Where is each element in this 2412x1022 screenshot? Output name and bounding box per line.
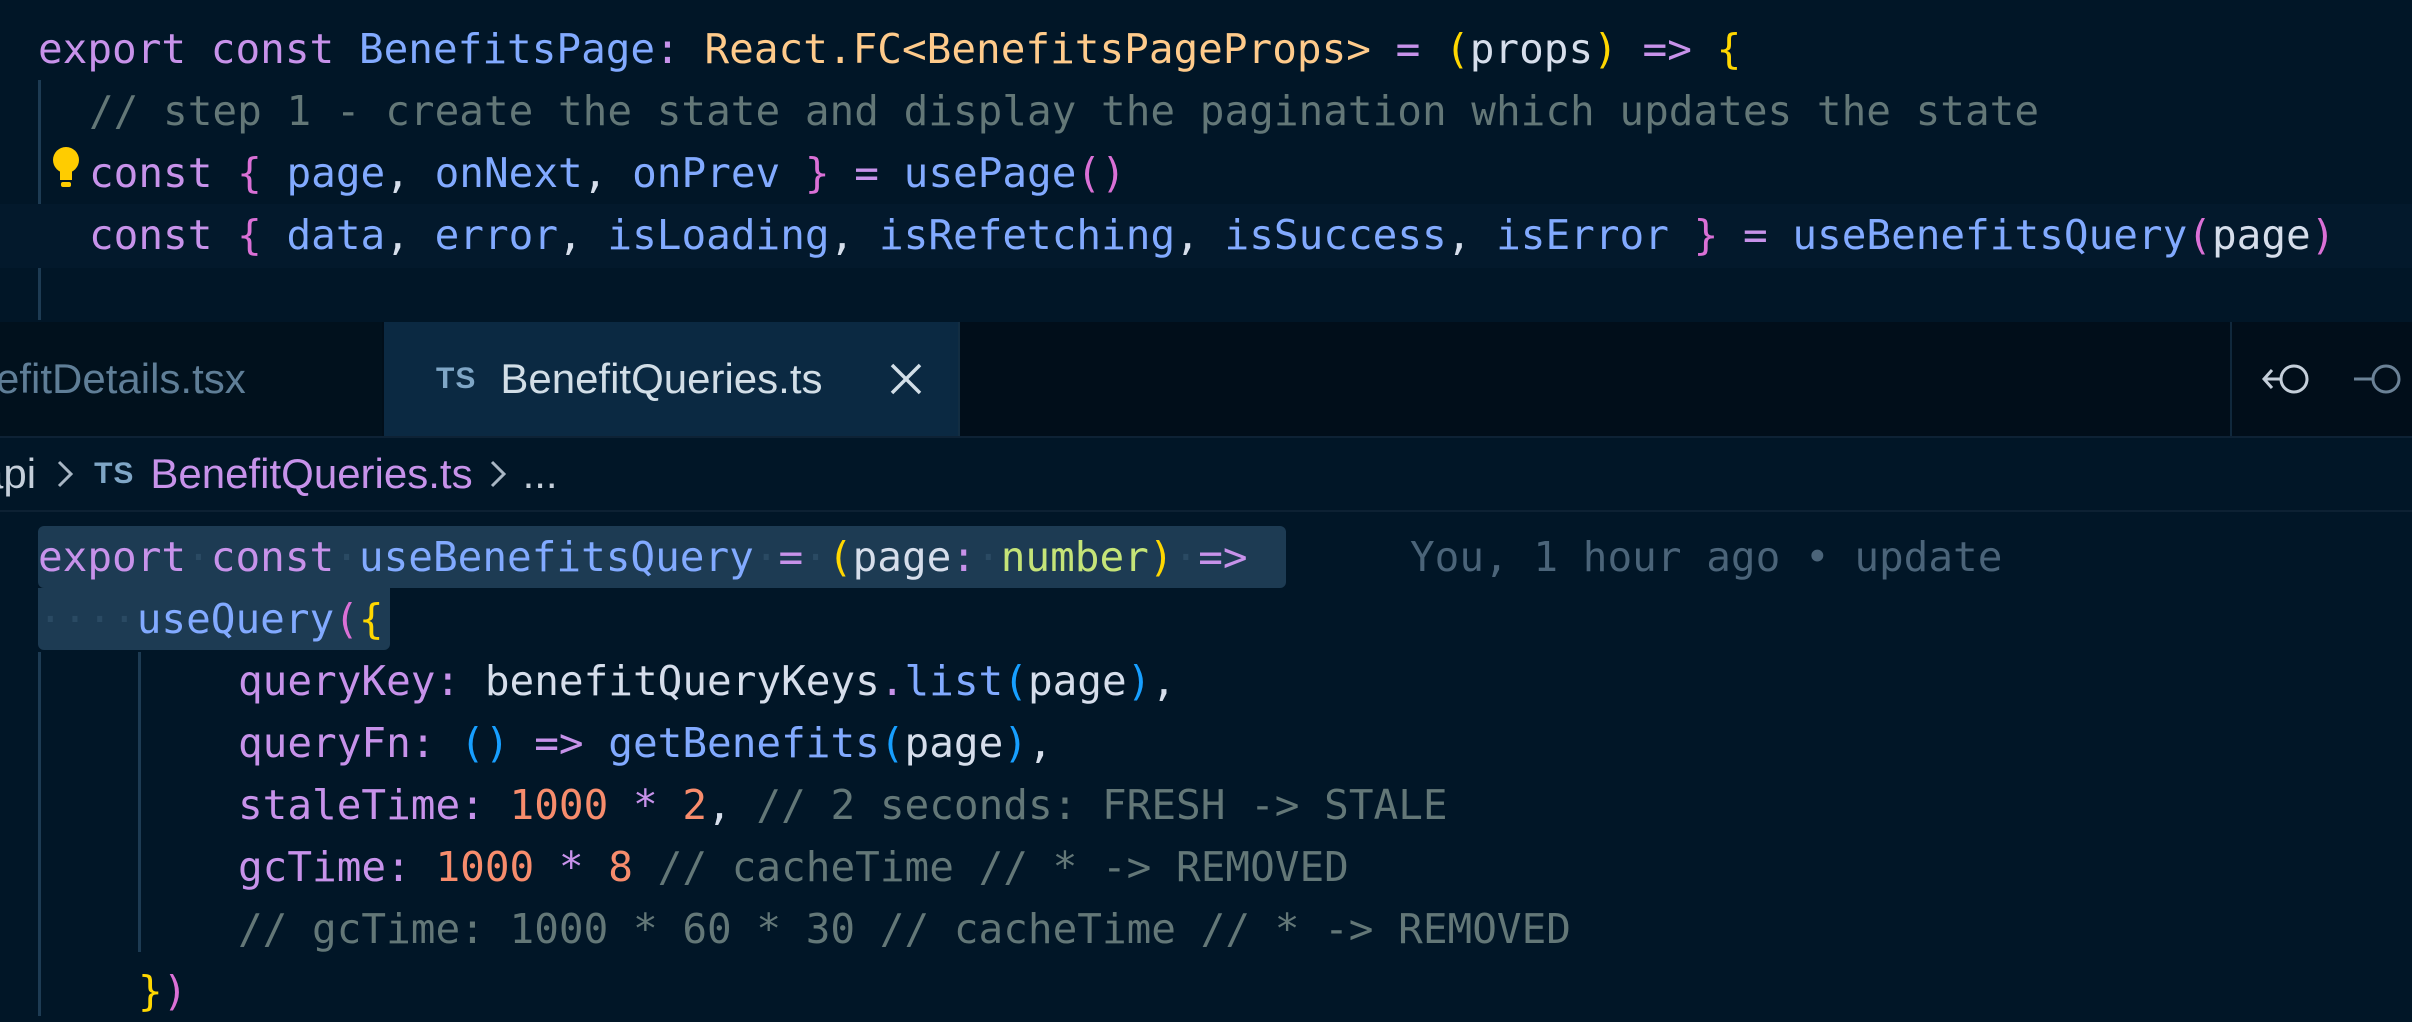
code-line-close: }) — [138, 967, 188, 1015]
code-line-1: export const BenefitsPage: React.FC<Bene… — [38, 25, 1742, 73]
lightbulb-icon[interactable] — [52, 146, 80, 190]
chevron-right-icon — [490, 460, 506, 488]
code-line-gctime: gcTime: 1000 * 8 // cacheTime // * -> RE… — [238, 843, 1349, 891]
indent-guide — [138, 652, 141, 952]
breadcrumb-symbols[interactable]: ... — [523, 450, 558, 498]
tab-benefit-queries[interactable]: TS BenefitQueries.ts — [384, 322, 960, 436]
close-icon[interactable] — [884, 357, 928, 401]
tab-label: BenefitQueries.ts — [500, 355, 823, 402]
code-line-queryfn: queryFn: () => getBenefits(page), — [238, 719, 1053, 767]
breadcrumb-file[interactable]: BenefitQueries.ts — [150, 450, 472, 498]
typescript-file-icon: TS — [436, 362, 477, 395]
indent-guide — [38, 652, 41, 1016]
code-line-querykey: queryKey: benefitQueryKeys.list(page), — [238, 657, 1177, 705]
go-back-icon[interactable] — [2258, 354, 2318, 404]
git-blame-annotation: You, 1 hour ago • update — [1410, 533, 2003, 581]
code-line-2-comment: // step 1 - create the state and display… — [89, 87, 2040, 135]
editor-actions — [2230, 322, 2412, 436]
top-editor-pane[interactable]: export const BenefitsPage: React.FC<Bene… — [0, 0, 2412, 322]
indent-guide — [38, 80, 41, 320]
code-line-gctime-comment: // gcTime: 1000 * 60 * 30 // cacheTime /… — [238, 905, 1571, 953]
code-line-staletime: staleTime: 1000 * 2, // 2 seconds: FRESH… — [238, 781, 1448, 829]
bottom-editor-pane[interactable]: export·const·useBenefitsQuery·=·(page:·n… — [0, 512, 2412, 1016]
go-forward-icon[interactable] — [2352, 354, 2412, 404]
code-line-3: const { page, onNext, onPrev } = usePage… — [89, 149, 1126, 197]
breadcrumb-folder[interactable]: api — [0, 450, 36, 498]
chevron-right-icon — [58, 460, 74, 488]
editor-tab-bar: efitDetails.tsx TS BenefitQueries.ts — [0, 322, 2412, 438]
code-line-usequery: ····useQuery({ — [38, 595, 384, 643]
typescript-file-icon: TS — [94, 457, 135, 490]
code-line-4: const { data, error, isLoading, isRefetc… — [89, 211, 2336, 259]
breadcrumb: api TS BenefitQueries.ts ... — [0, 438, 2412, 512]
tab-label: efitDetails.tsx — [0, 355, 246, 402]
tab-benefit-details[interactable]: efitDetails.tsx — [0, 322, 382, 436]
code-line-export: export·const·useBenefitsQuery·=·(page:·n… — [38, 533, 1248, 581]
